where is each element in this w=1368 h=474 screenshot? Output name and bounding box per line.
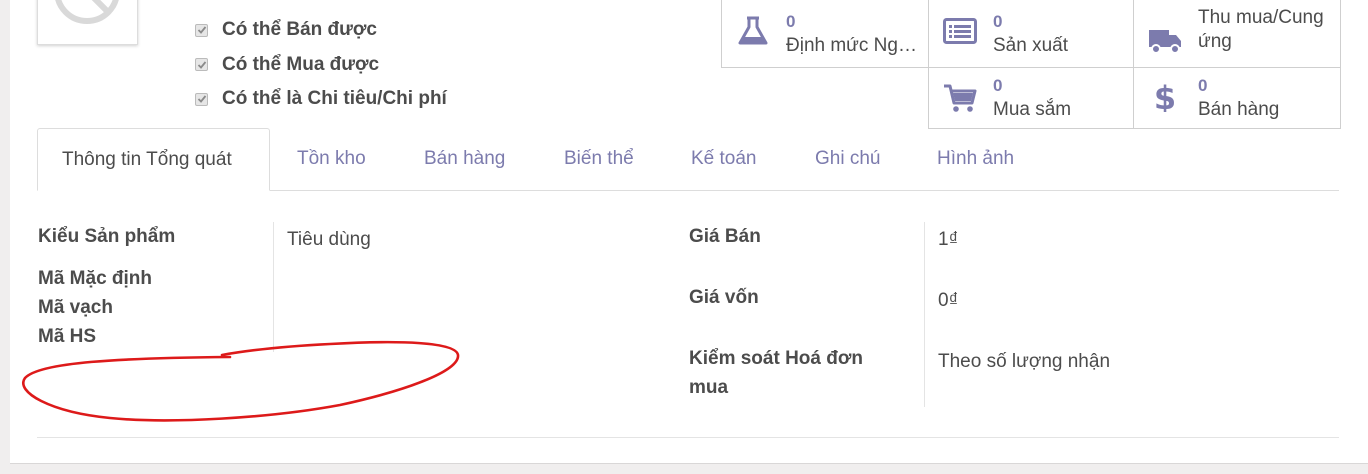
bill-control-label-line2: mua — [689, 377, 729, 398]
checkbox-row-sale[interactable]: Có thể Bán được — [195, 13, 447, 48]
product-type-label: Kiểu Sản phẩm — [38, 226, 176, 247]
sale-price-label: Giá Bán — [689, 226, 761, 247]
tab-general-information[interactable]: Thông tin Tổng quát — [37, 128, 270, 191]
checkbox-label-purchase: Có thể Mua được — [222, 53, 380, 75]
field-separator — [273, 222, 274, 352]
bill-control-value[interactable]: Theo số lượng nhận — [938, 351, 1110, 373]
truck-icon — [1149, 30, 1181, 54]
checkbox-purchase[interactable] — [195, 58, 208, 72]
cost-label: Giá vốn — [689, 287, 759, 308]
checkmark-icon — [197, 26, 206, 35]
sales-label: Bán hàng — [1198, 99, 1280, 120]
tab-variants[interactable]: Biến thể — [540, 128, 658, 190]
manufacturing-count: 0 — [993, 12, 1003, 31]
checkmark-icon — [197, 61, 206, 69]
checkbox-sale[interactable] — [195, 23, 208, 37]
bill-control-label-line1: Kiểm soát Hoá đơn — [689, 348, 863, 369]
checkbox-label-expense: Có thể là Chi tiêu/Chi phí — [222, 88, 447, 110]
sales-button[interactable]: $ 0 Bán hàng — [1133, 67, 1341, 129]
bom-button[interactable]: 0 Định mức Ng… — [721, 0, 929, 68]
checkbox-row-purchase[interactable]: Có thể Mua được — [195, 48, 447, 83]
default-code-label: Mã Mặc định — [38, 268, 153, 289]
checkbox-expense[interactable] — [195, 92, 208, 106]
no-image-icon — [55, 0, 119, 24]
tab-sales[interactable]: Bán hàng — [400, 128, 529, 190]
procurement-label-line2: ứng — [1198, 31, 1232, 52]
hs-code-label: Mã HS — [38, 326, 97, 347]
tab-images[interactable]: Hình ảnh — [913, 128, 1038, 190]
checkbox-row-expense[interactable]: Có thể là Chi tiêu/Chi phí — [195, 82, 447, 117]
bom-count: 0 — [786, 12, 796, 31]
sale-price-value[interactable]: 1₫ — [938, 229, 958, 251]
procurement-label-line1: Thu mua/Cung — [1198, 7, 1324, 28]
bottom-divider — [37, 437, 1339, 438]
purchases-count: 0 — [993, 76, 1003, 95]
tab-notes[interactable]: Ghi chú — [791, 128, 904, 190]
tab-accounting[interactable]: Kế toán — [667, 128, 781, 190]
manufacturing-button[interactable]: 0 Sản xuất — [928, 0, 1134, 68]
cart-icon — [944, 84, 977, 112]
field-separator — [924, 222, 925, 407]
procurement-button[interactable]: Thu mua/Cung ứng — [1133, 0, 1341, 68]
purchases-button[interactable]: 0 Mua sắm — [928, 67, 1134, 129]
dollar-icon: $ — [1154, 82, 1176, 112]
tab-inventory[interactable]: Tồn kho — [273, 128, 390, 190]
sales-count: 0 — [1198, 76, 1208, 95]
checkbox-label-sale: Có thể Bán được — [222, 19, 377, 41]
product-flags: Có thể Bán được Có thể Mua được Có thể l… — [195, 13, 447, 117]
checkmark-icon — [197, 95, 206, 104]
manufacturing-label: Sản xuất — [993, 35, 1068, 56]
purchases-label: Mua sắm — [993, 99, 1072, 120]
list-icon — [943, 18, 977, 44]
product-image[interactable] — [37, 0, 138, 45]
product-type-value[interactable]: Tiêu dùng — [287, 229, 371, 251]
bom-label: Định mức Ng… — [786, 35, 917, 56]
flask-icon — [738, 16, 768, 45]
cost-value[interactable]: 0₫ — [938, 290, 958, 312]
notebook-tabs: Thông tin Tổng quát Tồn kho Bán hàng Biế… — [37, 128, 1339, 191]
barcode-label: Mã vạch — [38, 297, 113, 318]
svg-text:$: $ — [1154, 82, 1176, 112]
